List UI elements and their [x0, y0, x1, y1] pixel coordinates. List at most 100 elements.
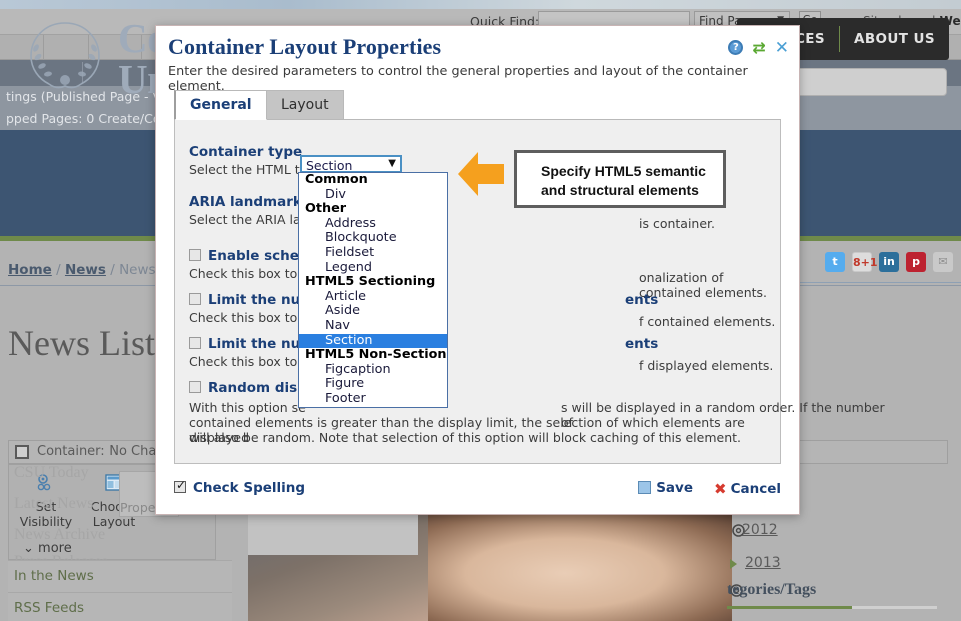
enable-scheduling-help: Check this box to	[189, 266, 298, 281]
option-item[interactable]: Nav	[299, 318, 447, 334]
field-aria-landmark: ARIA landmark Select the ARIA la	[189, 194, 302, 227]
annotation-line-1: Specify HTML5 semantic	[541, 163, 706, 179]
limit-displayed-label: Limit the num	[189, 336, 314, 352]
cancel-button[interactable]: ✖ Cancel	[714, 480, 781, 498]
option-item[interactable]: Figcaption	[299, 362, 447, 378]
refresh-icon[interactable]: ⇄	[752, 38, 765, 57]
field-container-type: Container type Select the HTML ta	[189, 144, 307, 177]
save-label: Save	[656, 480, 693, 496]
container-icon	[15, 445, 29, 459]
option-item[interactable]: Aside	[299, 304, 447, 319]
dialog-body: General Layout Container type Select the…	[174, 88, 885, 464]
container-layout-properties-dialog: Container Layout Properties Enter the de…	[155, 25, 885, 515]
aria-landmark-label: ARIA landmark	[189, 194, 302, 210]
categories-progress-rule	[727, 606, 937, 609]
annotation-arrow-icon	[458, 152, 504, 196]
container-type-help: Select the HTML ta	[189, 162, 308, 177]
enable-scheduling-checkbox[interactable]	[189, 249, 201, 261]
dialog-header-icons: ? ⇄ ✕	[728, 38, 789, 57]
annotation-callout: Specify HTML5 semantic and structural el…	[514, 150, 726, 208]
limit-displayed-checkbox[interactable]	[189, 337, 201, 349]
random-display-paragraph-line3: will also be random. Note that selection…	[189, 430, 741, 445]
breadcrumb: Home / News / News Lis	[8, 262, 178, 278]
pinterest-icon[interactable]: p	[906, 252, 926, 272]
container-type-option-list[interactable]: Common Div Other Address Blockquote Fieldset L…	[298, 172, 448, 408]
field-limit-displayed: Limit the num Check this box to	[189, 336, 314, 369]
tab-layout[interactable]: Layout	[266, 90, 344, 120]
list-item[interactable]: In the News	[8, 560, 232, 592]
page-title: News Listi	[8, 323, 165, 363]
university-laurel-logo-icon	[30, 22, 100, 89]
breadcrumb-home[interactable]: Home	[8, 262, 52, 278]
limit-displayed-help: Check this box to	[189, 354, 298, 369]
option-item[interactable]: Header	[299, 406, 447, 407]
expand-triangle-icon[interactable]	[730, 559, 737, 569]
breadcrumb-news[interactable]: News	[65, 262, 106, 278]
save-button[interactable]: Save	[638, 480, 693, 496]
twitter-icon[interactable]: t	[825, 252, 845, 272]
container-label: Container:	[37, 444, 105, 459]
check-spelling-label: Check Spelling	[193, 480, 306, 496]
enable-scheduling-text: Enable schec	[208, 248, 307, 264]
ghost-nav-latest-news: Latest News	[14, 495, 94, 512]
option-item[interactable]: Blockquote	[299, 231, 447, 246]
limit-contained-checkbox[interactable]	[189, 293, 201, 305]
option-item-selected[interactable]: Section	[299, 333, 447, 349]
aria-landmark-help-tail: is container.	[639, 216, 716, 231]
option-item[interactable]: Div	[299, 187, 447, 203]
option-item[interactable]: Fieldset	[299, 245, 447, 261]
option-group-label: Other	[305, 201, 347, 217]
random-display-label: Random disp	[189, 380, 307, 396]
option-item[interactable]: Figure	[299, 377, 447, 392]
photo-overlay-panel	[248, 515, 418, 555]
breadcrumb-sep: /	[56, 262, 61, 278]
limit-displayed-label-tail: ents	[625, 336, 659, 352]
ghost-nav-csu-today: CSU Today	[14, 464, 89, 481]
container-type-select[interactable]: Section ▼	[300, 155, 402, 173]
year-link-2013[interactable]: 2013	[745, 555, 781, 571]
limit-contained-label: Limit the num	[189, 292, 314, 308]
random-paragraph-head: With this option se	[189, 400, 306, 415]
google-plus-icon[interactable]: 8+1	[852, 252, 878, 272]
email-icon[interactable]: ✉	[933, 252, 953, 272]
option-item[interactable]: Address	[299, 216, 447, 232]
option-item[interactable]: Footer	[299, 391, 447, 407]
option-group-label: HTML5 Sectioning	[305, 274, 436, 290]
check-spelling-toggle[interactable]: Check Spelling	[174, 478, 306, 496]
ghost-nav-news-archive: News Archive	[14, 526, 106, 543]
container-type-label: Container type	[189, 144, 303, 160]
left-nav-list: In the News RSS Feeds	[8, 560, 232, 621]
dialog-tabs: General Layout	[174, 88, 781, 120]
cancel-label: Cancel	[730, 481, 781, 497]
year-link-2012[interactable]: 2012	[742, 522, 778, 538]
option-group-label: HTML5 Non-Sectioning	[305, 347, 447, 363]
option-item[interactable]: Article	[299, 289, 447, 305]
limit-contained-label-tail: ents	[625, 292, 659, 308]
random-display-checkbox[interactable]	[189, 381, 201, 393]
container-label-group: Container: No Chan	[37, 444, 165, 459]
cms-info-line-2-text: pped Pages: 0 Create/Copy:	[6, 111, 180, 126]
option-item[interactable]: Legend	[299, 260, 447, 276]
list-item[interactable]: RSS Feeds	[8, 592, 232, 621]
dialog-title: Container Layout Properties	[168, 34, 442, 59]
field-enable-scheduling: Enable schec Check this box to	[189, 248, 307, 281]
categories-tags-title: tegories/Tags	[727, 581, 817, 598]
enable-scheduling-label: Enable schec	[189, 248, 307, 264]
close-icon[interactable]: ✕	[775, 39, 789, 56]
social-share-bar: t 8+1 in p ✉	[825, 252, 953, 272]
field-random-display: Random disp	[189, 380, 307, 396]
limit-contained-help-tail: f contained elements.	[639, 314, 776, 329]
nav-item-about-us[interactable]: ABOUT US	[840, 31, 949, 47]
annotation-line-2: and structural elements	[541, 182, 699, 198]
help-icon[interactable]: ?	[728, 40, 744, 55]
chevron-down-icon: ▼	[388, 158, 396, 169]
save-disk-icon	[638, 481, 652, 494]
aria-landmark-help: Select the ARIA la	[189, 212, 301, 227]
container-type-selected-value: Section	[306, 158, 353, 173]
dialog-footer: Check Spelling Save ✖Cancel	[174, 478, 781, 502]
cancel-x-icon: ✖	[714, 480, 727, 498]
enable-scheduling-help-tail: onalization of contained elements.	[639, 270, 768, 300]
check-spelling-checkbox[interactable]	[174, 478, 186, 493]
tab-general[interactable]: General	[174, 90, 267, 120]
linkedin-icon[interactable]: in	[879, 252, 899, 272]
